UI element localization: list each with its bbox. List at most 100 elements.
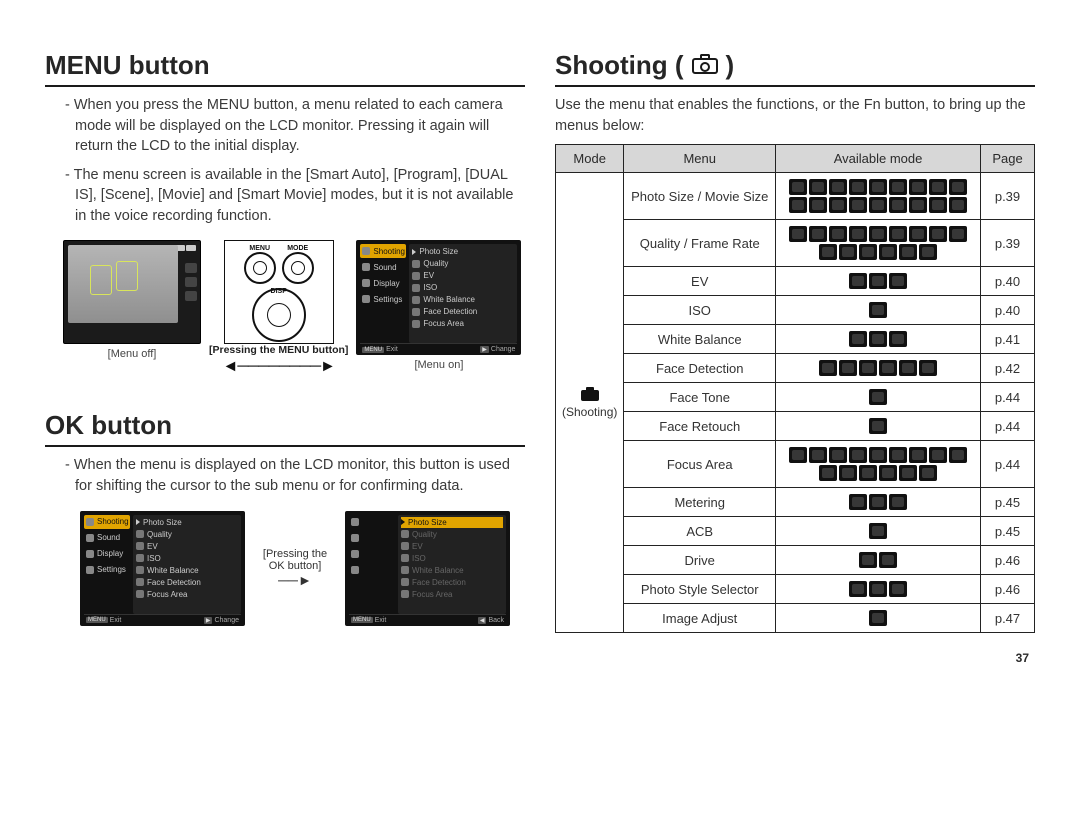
menu-name-cell: Quality / Frame Rate: [624, 220, 776, 267]
page-ref-cell: p.39: [981, 220, 1035, 267]
table-row: (Shooting)Photo Size / Movie Sizep.39: [556, 173, 1035, 220]
mode-icon: [849, 447, 867, 463]
table-row: Face Tonep.44: [556, 383, 1035, 412]
mode-icon: [849, 581, 867, 597]
menu-name-cell: Focus Area: [624, 441, 776, 488]
mode-icon: [869, 302, 887, 318]
page-ref-cell: p.40: [981, 267, 1035, 296]
page-ref-cell: p.44: [981, 412, 1035, 441]
page-ref-cell: p.40: [981, 296, 1035, 325]
gear-icon: [362, 295, 370, 303]
ok-dial-icon: DISP: [252, 288, 306, 342]
mode-label: (Shooting): [562, 405, 617, 419]
mode-icon: [919, 244, 937, 260]
mode-icon: [949, 179, 967, 195]
menu-item-label: White Balance: [147, 566, 199, 575]
page-ref-cell: p.45: [981, 517, 1035, 546]
menu-lcd-right-items: Photo Size Quality EV ISO White Balance …: [409, 244, 517, 343]
menu-item-label: EV: [412, 542, 423, 551]
menu-off-caption: [Menu off]: [108, 348, 157, 360]
mode-icon: [909, 197, 927, 213]
menu-button-heading: MENU button: [45, 50, 525, 87]
available-mode-cell: [776, 354, 981, 383]
available-mode-cell: [776, 267, 981, 296]
page-ref-cell: p.39: [981, 173, 1035, 220]
menu-item-label: Photo Size: [143, 518, 182, 527]
mode-icon: [909, 179, 927, 195]
mode-icon: [889, 179, 907, 195]
mode-icon: [879, 552, 897, 568]
lcd-live-view: [68, 245, 178, 323]
sound-icon: [362, 263, 370, 271]
shooting-heading: Shooting (: [555, 50, 684, 81]
pressing-ok-caption: [Pressing the OK button] ──►: [255, 548, 335, 588]
mode-icon: [829, 226, 847, 242]
menu-off-figure: [Menu off]: [63, 240, 201, 360]
mode-icon: [859, 552, 877, 568]
mode-icon: [869, 494, 887, 510]
menu-on-figure: Shooting Sound Display Settings Photo Si…: [356, 240, 521, 371]
double-arrow-icon: ◄────────►: [223, 358, 335, 376]
menu-name-cell: Photo Style Selector: [624, 575, 776, 604]
button-diagram-figure: MENU MODE DISP: [209, 240, 348, 376]
menu-item-label: EV: [423, 271, 434, 280]
menu-item-label: ISO: [412, 554, 426, 563]
menu-button-label: MENU: [249, 245, 270, 252]
camera-lcd-menu-on: Shooting Sound Display Settings Photo Si…: [356, 240, 521, 355]
menu-item-label: Photo Size: [408, 518, 447, 527]
mode-icon: [889, 331, 907, 347]
mode-icon: [859, 244, 877, 260]
col-available-mode: Available mode: [776, 145, 981, 173]
manual-page: MENU button - When you press the MENU bu…: [0, 0, 1080, 695]
shooting-heading-close: ): [726, 50, 735, 81]
mode-icon: [809, 179, 827, 195]
mode-icon: [869, 447, 887, 463]
table-row: Focus Areap.44: [556, 441, 1035, 488]
menu-tab-label: Settings: [97, 565, 126, 574]
mode-icon: [909, 447, 927, 463]
table-row: ISOp.40: [556, 296, 1035, 325]
mode-icon: [919, 465, 937, 481]
col-menu: Menu: [624, 145, 776, 173]
menu-tab-label: Display: [373, 279, 399, 288]
mode-button-icon: [282, 252, 314, 284]
menu-tab-label: Shooting: [97, 517, 129, 526]
menu-name-cell: Face Tone: [624, 383, 776, 412]
right-key-icon: ▶: [480, 346, 489, 353]
mode-icon: [789, 179, 807, 195]
menu-tab-label: Settings: [373, 295, 402, 304]
ok-button-para: - When the menu is displayed on the LCD …: [45, 455, 525, 496]
mode-icon: [789, 197, 807, 213]
menu-item-label: ISO: [423, 283, 437, 292]
mode-icon: [849, 226, 867, 242]
menu-lcd-left-tabs: Shooting Sound Display Settings: [360, 244, 406, 343]
mode-icon: [899, 360, 917, 376]
mode-icon: [809, 447, 827, 463]
mode-icon: [869, 389, 887, 405]
mode-icon: [859, 465, 877, 481]
available-mode-cell: [776, 517, 981, 546]
mode-icon: [879, 360, 897, 376]
camera-icon: [362, 247, 370, 255]
mode-icon: [869, 273, 887, 289]
mode-icon: [869, 610, 887, 626]
mode-icon: [889, 273, 907, 289]
mode-icon: [869, 226, 887, 242]
menu-name-cell: Metering: [624, 488, 776, 517]
table-row: EVp.40: [556, 267, 1035, 296]
mode-button-label: MODE: [287, 245, 308, 252]
ok-lcd-after: Photo Size Quality EV ISO White Balance …: [345, 511, 510, 626]
menu-item-label: Face Detection: [412, 578, 466, 587]
lcd-side-icons: [185, 263, 197, 301]
mode-icon: [869, 197, 887, 213]
menu-on-caption: [Menu on]: [414, 359, 463, 371]
page-ref-cell: p.41: [981, 325, 1035, 354]
mode-icon: [899, 465, 917, 481]
mode-icon: [869, 581, 887, 597]
menu-item-label: Quality: [412, 530, 437, 539]
face-detect-box: [90, 265, 112, 295]
table-row: ACBp.45: [556, 517, 1035, 546]
menu-name-cell: Photo Size / Movie Size: [624, 173, 776, 220]
page-ref-cell: p.42: [981, 354, 1035, 383]
available-mode-cell: [776, 173, 981, 220]
